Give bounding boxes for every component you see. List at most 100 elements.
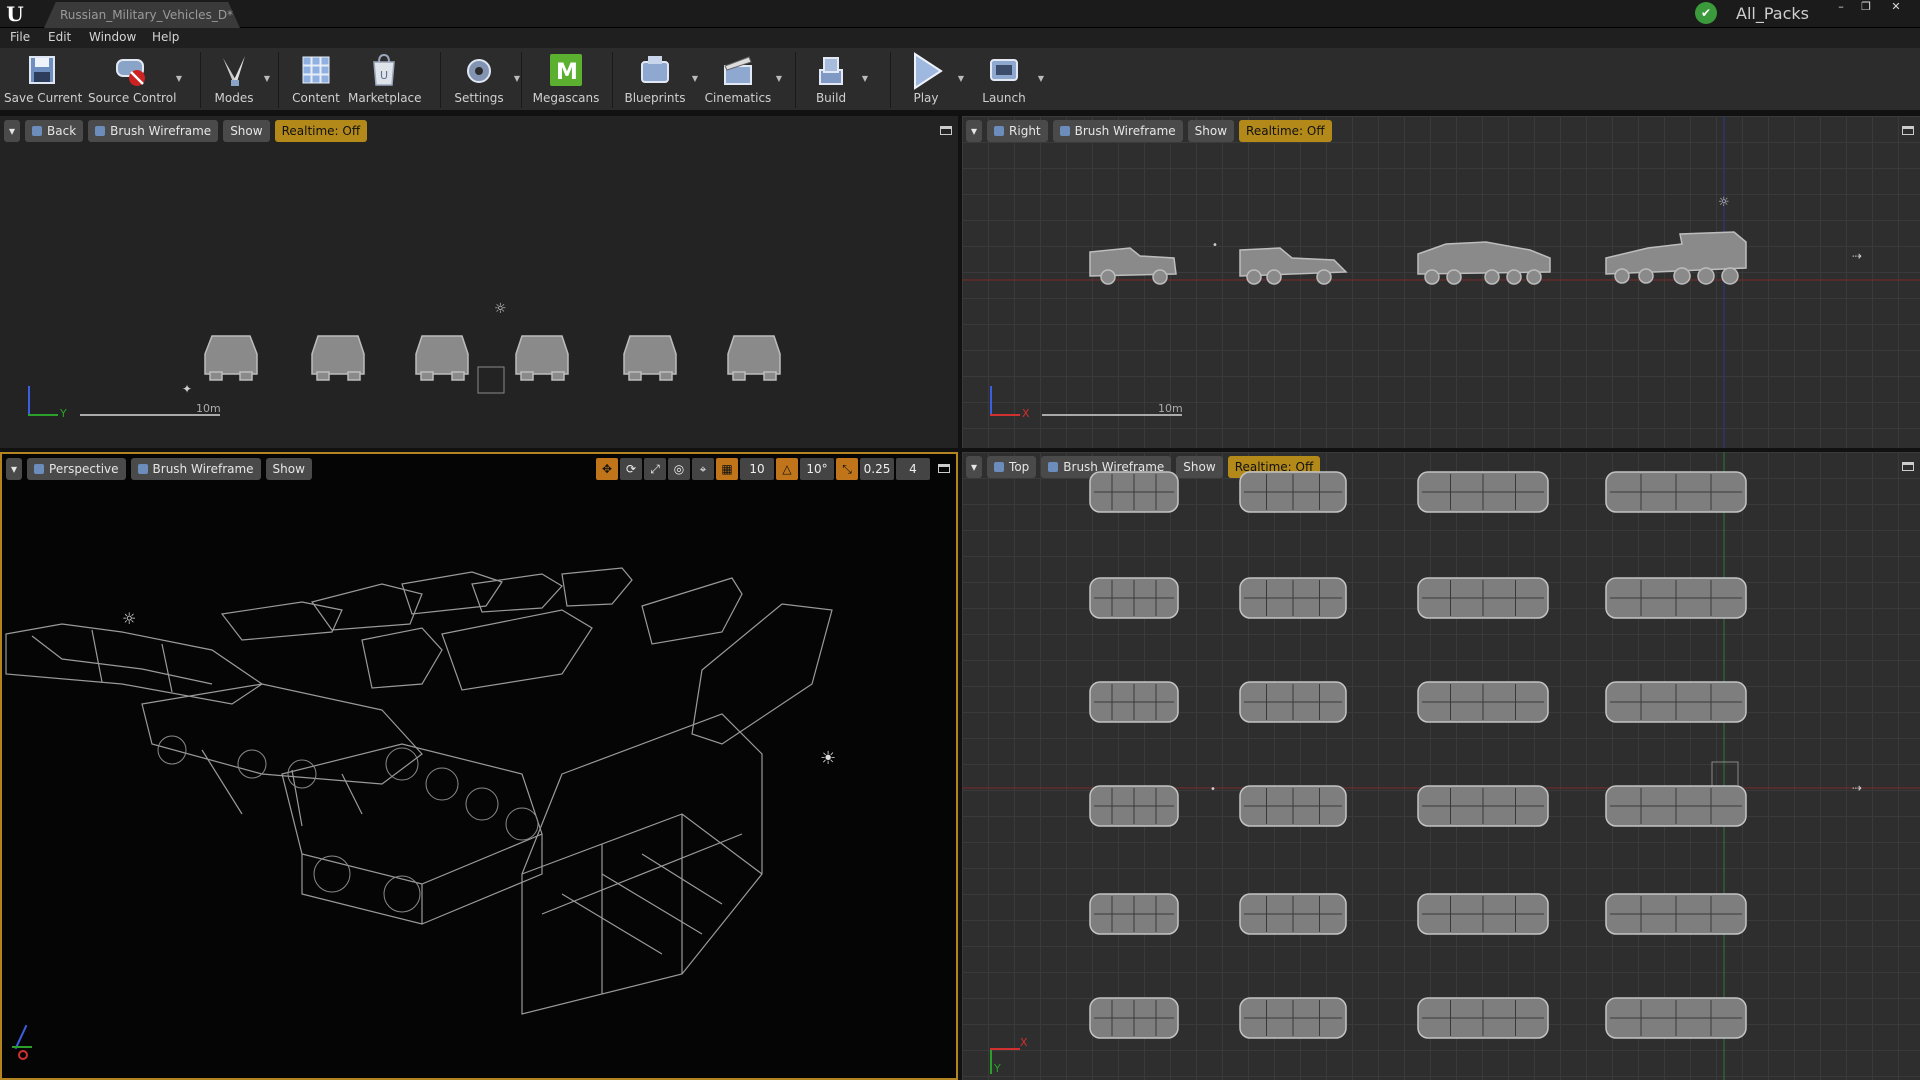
toolbar-separator [795,52,796,108]
chevron-down-icon[interactable]: ▼ [958,74,964,83]
axis-x [990,1048,1020,1050]
megascans-icon: M [550,54,582,86]
save-icon [29,56,55,84]
axis-label-y: Y [994,1062,1001,1075]
chevron-down-icon[interactable]: ▼ [264,74,270,83]
scale-label: 10m [196,402,221,415]
settings-button[interactable]: Settings ▼ [448,50,520,110]
menu-window[interactable]: Window [89,30,136,44]
minimize-button[interactable]: – [1830,0,1852,14]
cinematics-icon [724,56,752,85]
launch-button[interactable]: Launch ▼ [974,50,1044,110]
svg-text:U: U [380,69,388,82]
document-tab[interactable]: Russian_Military_Vehicles_D* [44,2,240,28]
content-button[interactable]: Content [290,50,342,110]
vehicle-front [204,335,258,381]
project-name: All_Packs [1736,4,1809,23]
viewport-perspective[interactable]: ▾ Perspective Brush Wireframe Show ✥ ⟳ ⤢… [0,452,958,1080]
build-icon [819,57,843,85]
menu-bar: File Edit Window Help [0,28,1920,48]
megascans-button[interactable]: M Megascans [530,50,602,110]
light-icon: ☀ [820,748,836,769]
source-control-icon [116,59,145,86]
vehicle-top [1239,997,1347,1039]
vehicle-side [1605,231,1747,285]
main-toolbar: Save Current Source Control ▼ Modes ▼ Cont… [0,48,1920,112]
maximize-button[interactable]: ❐ [1855,0,1877,14]
toolbar-separator [521,52,522,108]
chevron-down-icon[interactable]: ▼ [692,74,698,83]
marketplace-button[interactable]: U Marketplace [348,50,422,110]
blueprints-button[interactable]: Blueprints ▼ [622,50,698,110]
vehicle-top [1605,577,1747,619]
perspective-scene: ☼ ☀ [5,567,836,1015]
menu-file[interactable]: File [10,30,30,44]
vehicle-front [623,335,677,381]
build-button[interactable]: Build ▼ [804,50,868,110]
vehicle-side [1089,247,1177,285]
launch-icon [990,59,1018,81]
toolbar-separator [440,52,441,108]
right-view-scene: ☼ • ⇢ [962,116,1920,448]
chevron-down-icon[interactable]: ▼ [176,74,182,83]
light-icon: ✦ [182,382,192,396]
content-icon [302,56,330,84]
unreal-logo-icon[interactable]: U [4,3,26,25]
modes-icon [223,56,245,86]
light-icon: ☼ [494,301,507,317]
source-control-button[interactable]: Source Control ▼ [88,50,182,110]
axis-z [28,386,30,416]
cinematics-button[interactable]: Cinematics ▼ [704,50,782,110]
chevron-down-icon[interactable]: ▼ [514,74,520,83]
selection-box [477,366,505,394]
modes-button[interactable]: Modes ▼ [208,50,270,110]
title-bar: U Russian_Military_Vehicles_D* ✔ All_Pac… [0,0,1920,28]
axis-x [990,414,1020,416]
chevron-down-icon[interactable]: ▼ [776,74,782,83]
viewport-back[interactable]: ▾ Back Brush Wireframe Show Realtime: Of… [0,116,958,448]
menu-edit[interactable]: Edit [48,30,71,44]
vehicle-top [1239,471,1347,513]
blueprints-icon [641,56,669,83]
axis-y [12,1046,32,1048]
vehicle-top [1239,577,1347,619]
vehicle-side [1239,247,1348,285]
axis-z [990,386,992,416]
vehicle-top [1239,785,1347,827]
vehicle-top [1417,785,1549,827]
toolbar-separator [200,52,201,108]
menu-help[interactable]: Help [152,30,179,44]
axis-label-x: X [1020,1036,1028,1049]
vehicle-top [1417,681,1549,723]
close-button[interactable]: ✕ [1885,0,1907,14]
selection-box [1711,761,1739,789]
chevron-down-icon[interactable]: ▼ [1038,74,1044,83]
vehicle-front [415,335,469,381]
light-icon: ☼ [1718,195,1730,210]
vehicle-top [1089,785,1179,827]
axis-x [18,1050,28,1060]
vehicle-top [1089,681,1179,723]
vehicle-top [1417,471,1549,513]
toolbar-separator [890,52,891,108]
chevron-down-icon[interactable]: ▼ [862,74,868,83]
point-icon: • [1210,784,1216,795]
light-icon: ⇢ [1852,249,1862,263]
vehicle-top [1605,681,1747,723]
shield-check-icon[interactable]: ✔ [1695,2,1717,24]
viewport-right[interactable]: ▾ Right Brush Wireframe Show Realtime: O… [962,116,1920,448]
vehicle-front [515,335,569,381]
vehicle-top [1605,997,1747,1039]
svg-text:M: M [556,60,578,85]
play-button[interactable]: Play ▼ [898,50,964,110]
save-current-button[interactable]: Save Current [4,50,82,110]
viewport-top[interactable]: ▾ Top Brush Wireframe Show Realtime: Off… [962,452,1920,1080]
vehicle-top [1605,471,1747,513]
vehicle-top [1417,577,1549,619]
axis-label-y: Y [60,407,67,420]
back-view-scene: ☼ ✦ [182,301,781,396]
axis-label-x: X [1022,407,1030,420]
point-icon: • [1212,240,1218,251]
marketplace-icon: U [373,53,395,86]
axis-y [990,1048,992,1074]
